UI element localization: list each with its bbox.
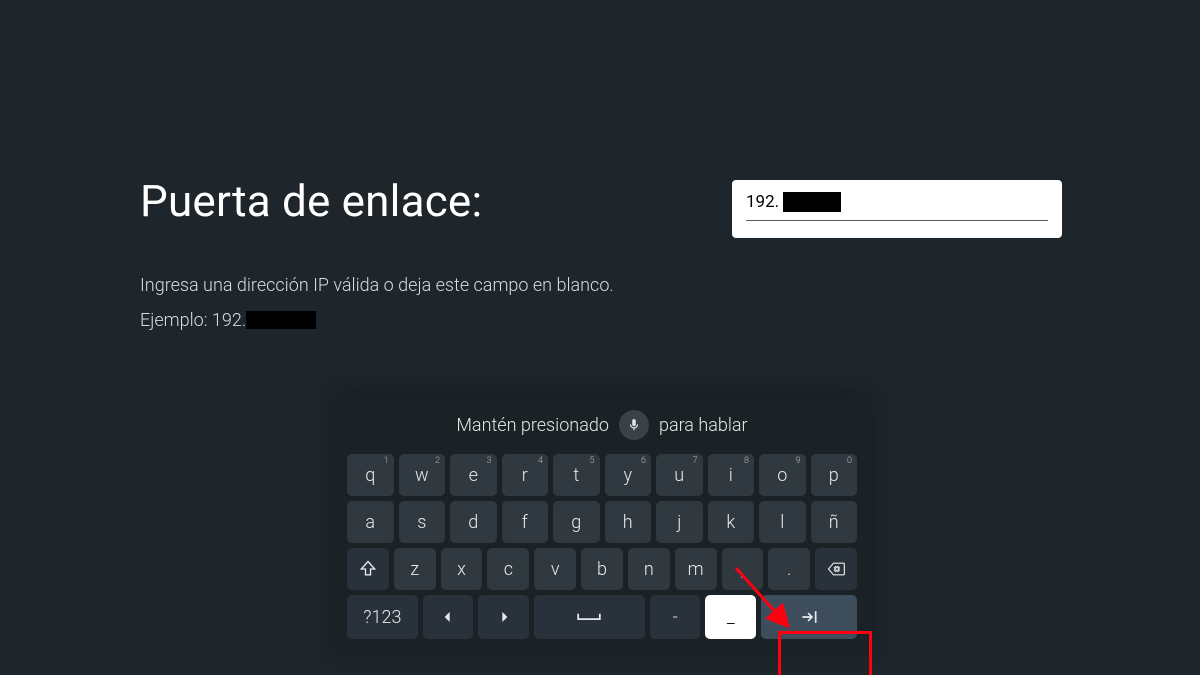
key-i[interactable]: i8 xyxy=(708,454,755,496)
key-m[interactable]: m xyxy=(675,548,717,590)
key-x[interactable]: x xyxy=(441,548,483,590)
shift-key[interactable] xyxy=(347,548,389,590)
key-r[interactable]: r4 xyxy=(502,454,549,496)
dash-key[interactable]: - xyxy=(650,595,701,639)
key-d[interactable]: d xyxy=(450,501,497,543)
on-screen-keyboard: Mantén presionado para hablar q1w2e3r4t5… xyxy=(335,396,869,654)
key-t[interactable]: t5 xyxy=(553,454,600,496)
key-s[interactable]: s xyxy=(399,501,446,543)
arrow-right-key[interactable] xyxy=(478,595,529,639)
key-q[interactable]: q1 xyxy=(347,454,394,496)
key-a[interactable]: a xyxy=(347,501,394,543)
key-y[interactable]: y6 xyxy=(605,454,652,496)
backspace-key[interactable] xyxy=(815,548,857,590)
space-key[interactable] xyxy=(534,595,645,639)
key-g[interactable]: g xyxy=(553,501,600,543)
input-value-prefix: 192. xyxy=(746,194,779,211)
key-comma[interactable]: , xyxy=(722,548,764,590)
key-j[interactable]: j xyxy=(656,501,703,543)
symbols-key[interactable]: ?123 xyxy=(347,595,418,639)
redacted-input xyxy=(783,192,841,212)
key-p[interactable]: p0 xyxy=(811,454,858,496)
arrow-left-key[interactable] xyxy=(423,595,474,639)
key-v[interactable]: v xyxy=(534,548,576,590)
key-w[interactable]: w2 xyxy=(399,454,446,496)
key-c[interactable]: c xyxy=(487,548,529,590)
key-h[interactable]: h xyxy=(605,501,652,543)
key-f[interactable]: f xyxy=(502,501,549,543)
example-prefix: Ejemplo: 192. xyxy=(140,310,246,331)
key-n[interactable]: n xyxy=(628,548,670,590)
tab-next-key[interactable] xyxy=(761,595,857,639)
help-text-1: Ingresa una dirección IP válida o deja e… xyxy=(140,275,1060,296)
key-l[interactable]: l xyxy=(759,501,806,543)
mic-icon[interactable] xyxy=(619,410,649,440)
underscore-key[interactable]: _ xyxy=(705,595,756,639)
key-period[interactable]: . xyxy=(768,548,810,590)
key-ñ[interactable]: ñ xyxy=(811,501,858,543)
key-k[interactable]: k xyxy=(708,501,755,543)
redacted-example xyxy=(246,311,316,329)
keyboard-hint: Mantén presionado para hablar xyxy=(347,410,857,440)
key-o[interactable]: o9 xyxy=(759,454,806,496)
key-z[interactable]: z xyxy=(394,548,436,590)
gateway-input[interactable]: 192. xyxy=(732,180,1062,238)
hint-right: para hablar xyxy=(659,415,748,436)
key-b[interactable]: b xyxy=(581,548,623,590)
key-u[interactable]: u7 xyxy=(656,454,703,496)
example-text: Ejemplo: 192. xyxy=(140,310,1060,331)
key-e[interactable]: e3 xyxy=(450,454,497,496)
hint-left: Mantén presionado xyxy=(456,415,609,436)
